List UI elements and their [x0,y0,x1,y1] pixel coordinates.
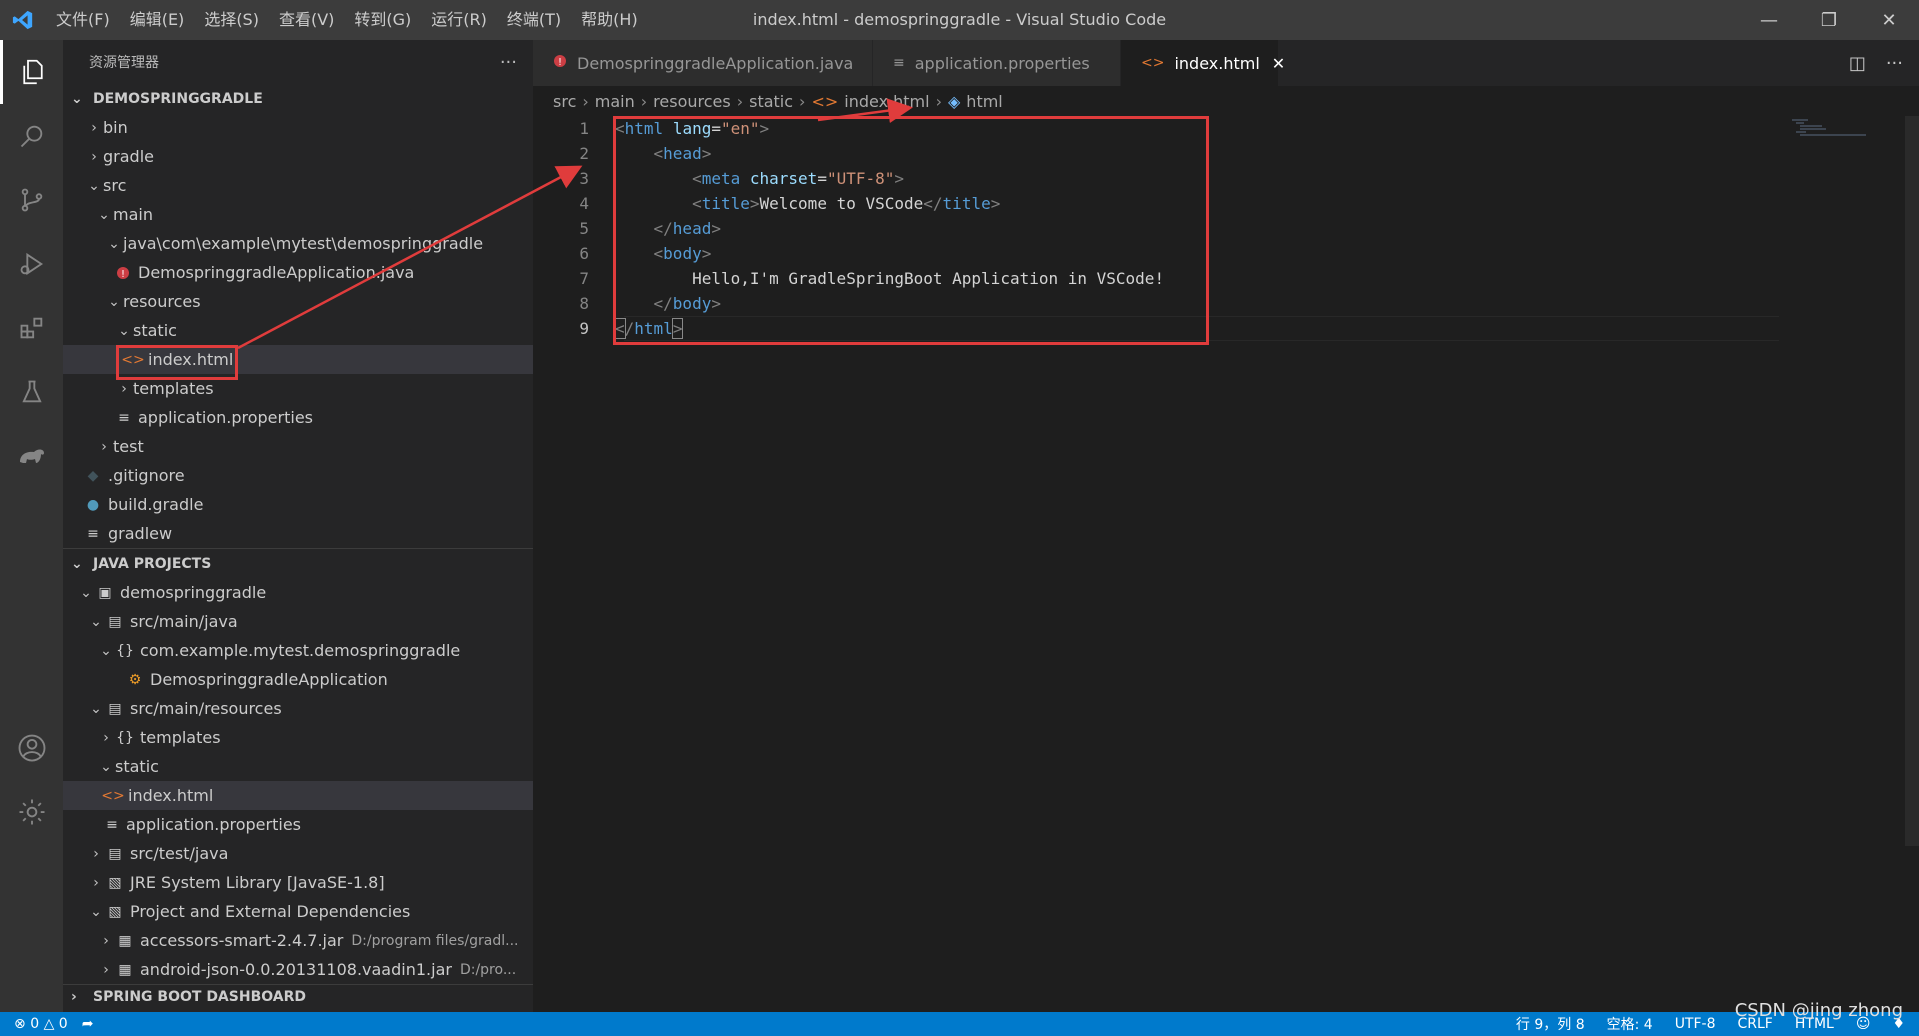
annotation-arrows [237,98,913,350]
watermark: CSDN @jing zhong [1734,1000,1903,1021]
warning-count: 0 [58,1016,68,1032]
cursor-position[interactable]: 行 9，列 8 [1516,1014,1585,1034]
warning-icon: △ [43,1016,55,1032]
annotation-arrow [237,165,583,350]
indentation[interactable]: 空格: 4 [1607,1014,1653,1034]
problems-indicator[interactable]: ⊗ 0 △ 0 [14,1016,68,1032]
live-share-icon[interactable]: ➦ [82,1016,94,1032]
error-count: 0 [30,1016,40,1032]
encoding[interactable]: UTF-8 [1675,1016,1716,1032]
annotation-arrow [817,98,913,124]
error-icon: ⊗ [14,1016,26,1032]
status-bar: ⊗ 0 △ 0 ➦ 行 9，列 8 空格: 4 UTF-8 CRLF HTML … [0,1012,1919,1036]
